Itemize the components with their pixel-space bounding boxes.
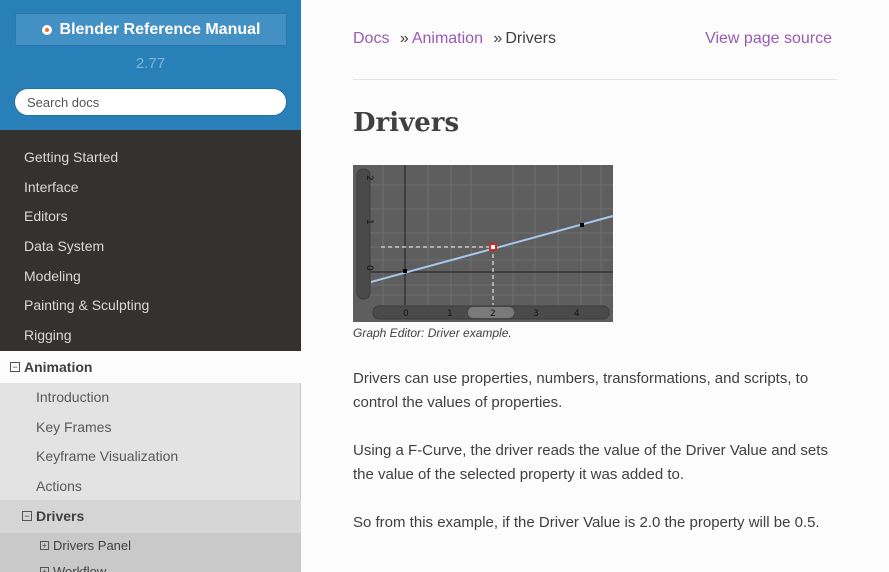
page-title: Drivers	[353, 108, 460, 138]
breadcrumb-docs[interactable]: Docs	[353, 30, 389, 47]
breadcrumb-current: Drivers	[505, 30, 556, 47]
nav-item-rigging[interactable]: Rigging	[0, 321, 301, 351]
graph-background	[353, 165, 613, 322]
x-tick-3: 3	[533, 309, 539, 319]
nav-item-getting-started[interactable]: Getting Started	[0, 143, 301, 173]
search-input[interactable]	[14, 88, 287, 116]
vertical-scrollbar	[356, 168, 371, 300]
expand-icon[interactable]: +	[40, 567, 49, 572]
nav-item-animation-label: Animation	[24, 359, 93, 375]
nav-item-keyframe-visualization[interactable]: Keyframe Visualization	[0, 442, 300, 472]
keyframe-point	[403, 269, 407, 273]
nav-item-editors[interactable]: Editors	[0, 202, 301, 232]
paragraph-3: So from this example, if the Driver Valu…	[353, 514, 820, 531]
nav-item-drivers[interactable]: − Drivers	[0, 500, 301, 533]
breadcrumb: Docs » Animation » Drivers View page sourc…	[353, 30, 837, 52]
logo-text: Blender Reference Manual	[59, 20, 261, 38]
nav-item-key-frames[interactable]: Key Frames	[0, 413, 300, 443]
y-tick-1: 1	[364, 219, 374, 225]
nav-item-modeling[interactable]: Modeling	[0, 262, 301, 292]
driver-value-marker	[489, 243, 497, 251]
breadcrumb-animation[interactable]: Animation	[412, 30, 483, 47]
nav-item-drivers-label: Drivers	[36, 508, 85, 524]
paragraph-1: Drivers can use properties, numbers, tra…	[353, 370, 809, 411]
blender-logo-icon	[41, 24, 52, 35]
animation-subnav: Introduction Key Frames Keyframe Visuali…	[0, 383, 301, 500]
nav-item-actions[interactable]: Actions	[0, 472, 300, 502]
keyframe-point	[580, 223, 584, 227]
y-tick-0: 0	[364, 265, 374, 271]
divider	[353, 79, 837, 80]
view-source-link[interactable]: View page source	[705, 30, 832, 48]
breadcrumb-separator: »	[493, 30, 503, 47]
nav-item-painting-sculpting[interactable]: Painting & Sculpting	[0, 291, 301, 321]
x-tick-2: 2	[490, 309, 496, 319]
nav-menu: Getting Started Interface Editors Data S…	[0, 143, 301, 351]
breadcrumb-separator: »	[399, 30, 409, 47]
nav-item-data-system[interactable]: Data System	[0, 232, 301, 262]
x-tick-1: 1	[447, 309, 453, 319]
y-tick-2: 2	[364, 175, 374, 181]
collapse-icon[interactable]: −	[10, 362, 20, 373]
expand-icon[interactable]: +	[40, 541, 49, 551]
graph-editor-image: 2 1 0 0 1 2 3 4	[353, 165, 613, 322]
figure-caption: Graph Editor: Driver example.	[353, 326, 512, 340]
home-link[interactable]: Blender Reference Manual	[15, 13, 287, 46]
version-label: 2.77	[135, 55, 166, 72]
nav-item-interface[interactable]: Interface	[0, 173, 301, 203]
nav-item-animation[interactable]: − Animation	[0, 351, 301, 383]
nav-item-workflow[interactable]: + Workflow	[0, 559, 301, 572]
x-tick-0: 0	[403, 309, 409, 319]
nav-item-drivers-panel-label: Drivers Panel	[53, 538, 132, 553]
paragraph-2: Using a F-Curve, the driver reads the va…	[353, 442, 828, 483]
nav-item-drivers-panel[interactable]: + Drivers Panel	[0, 533, 301, 559]
sidebar-header: Blender Reference Manual 2.77	[0, 0, 301, 130]
drivers-subnav: + Drivers Panel + Workflow	[0, 533, 301, 572]
nav-item-workflow-label: Workflow	[53, 564, 107, 572]
nav-item-introduction[interactable]: Introduction	[0, 383, 300, 413]
x-tick-4: 4	[574, 309, 580, 319]
collapse-icon[interactable]: −	[22, 511, 32, 522]
sidebar: Blender Reference Manual 2.77 Getting St…	[0, 0, 301, 572]
